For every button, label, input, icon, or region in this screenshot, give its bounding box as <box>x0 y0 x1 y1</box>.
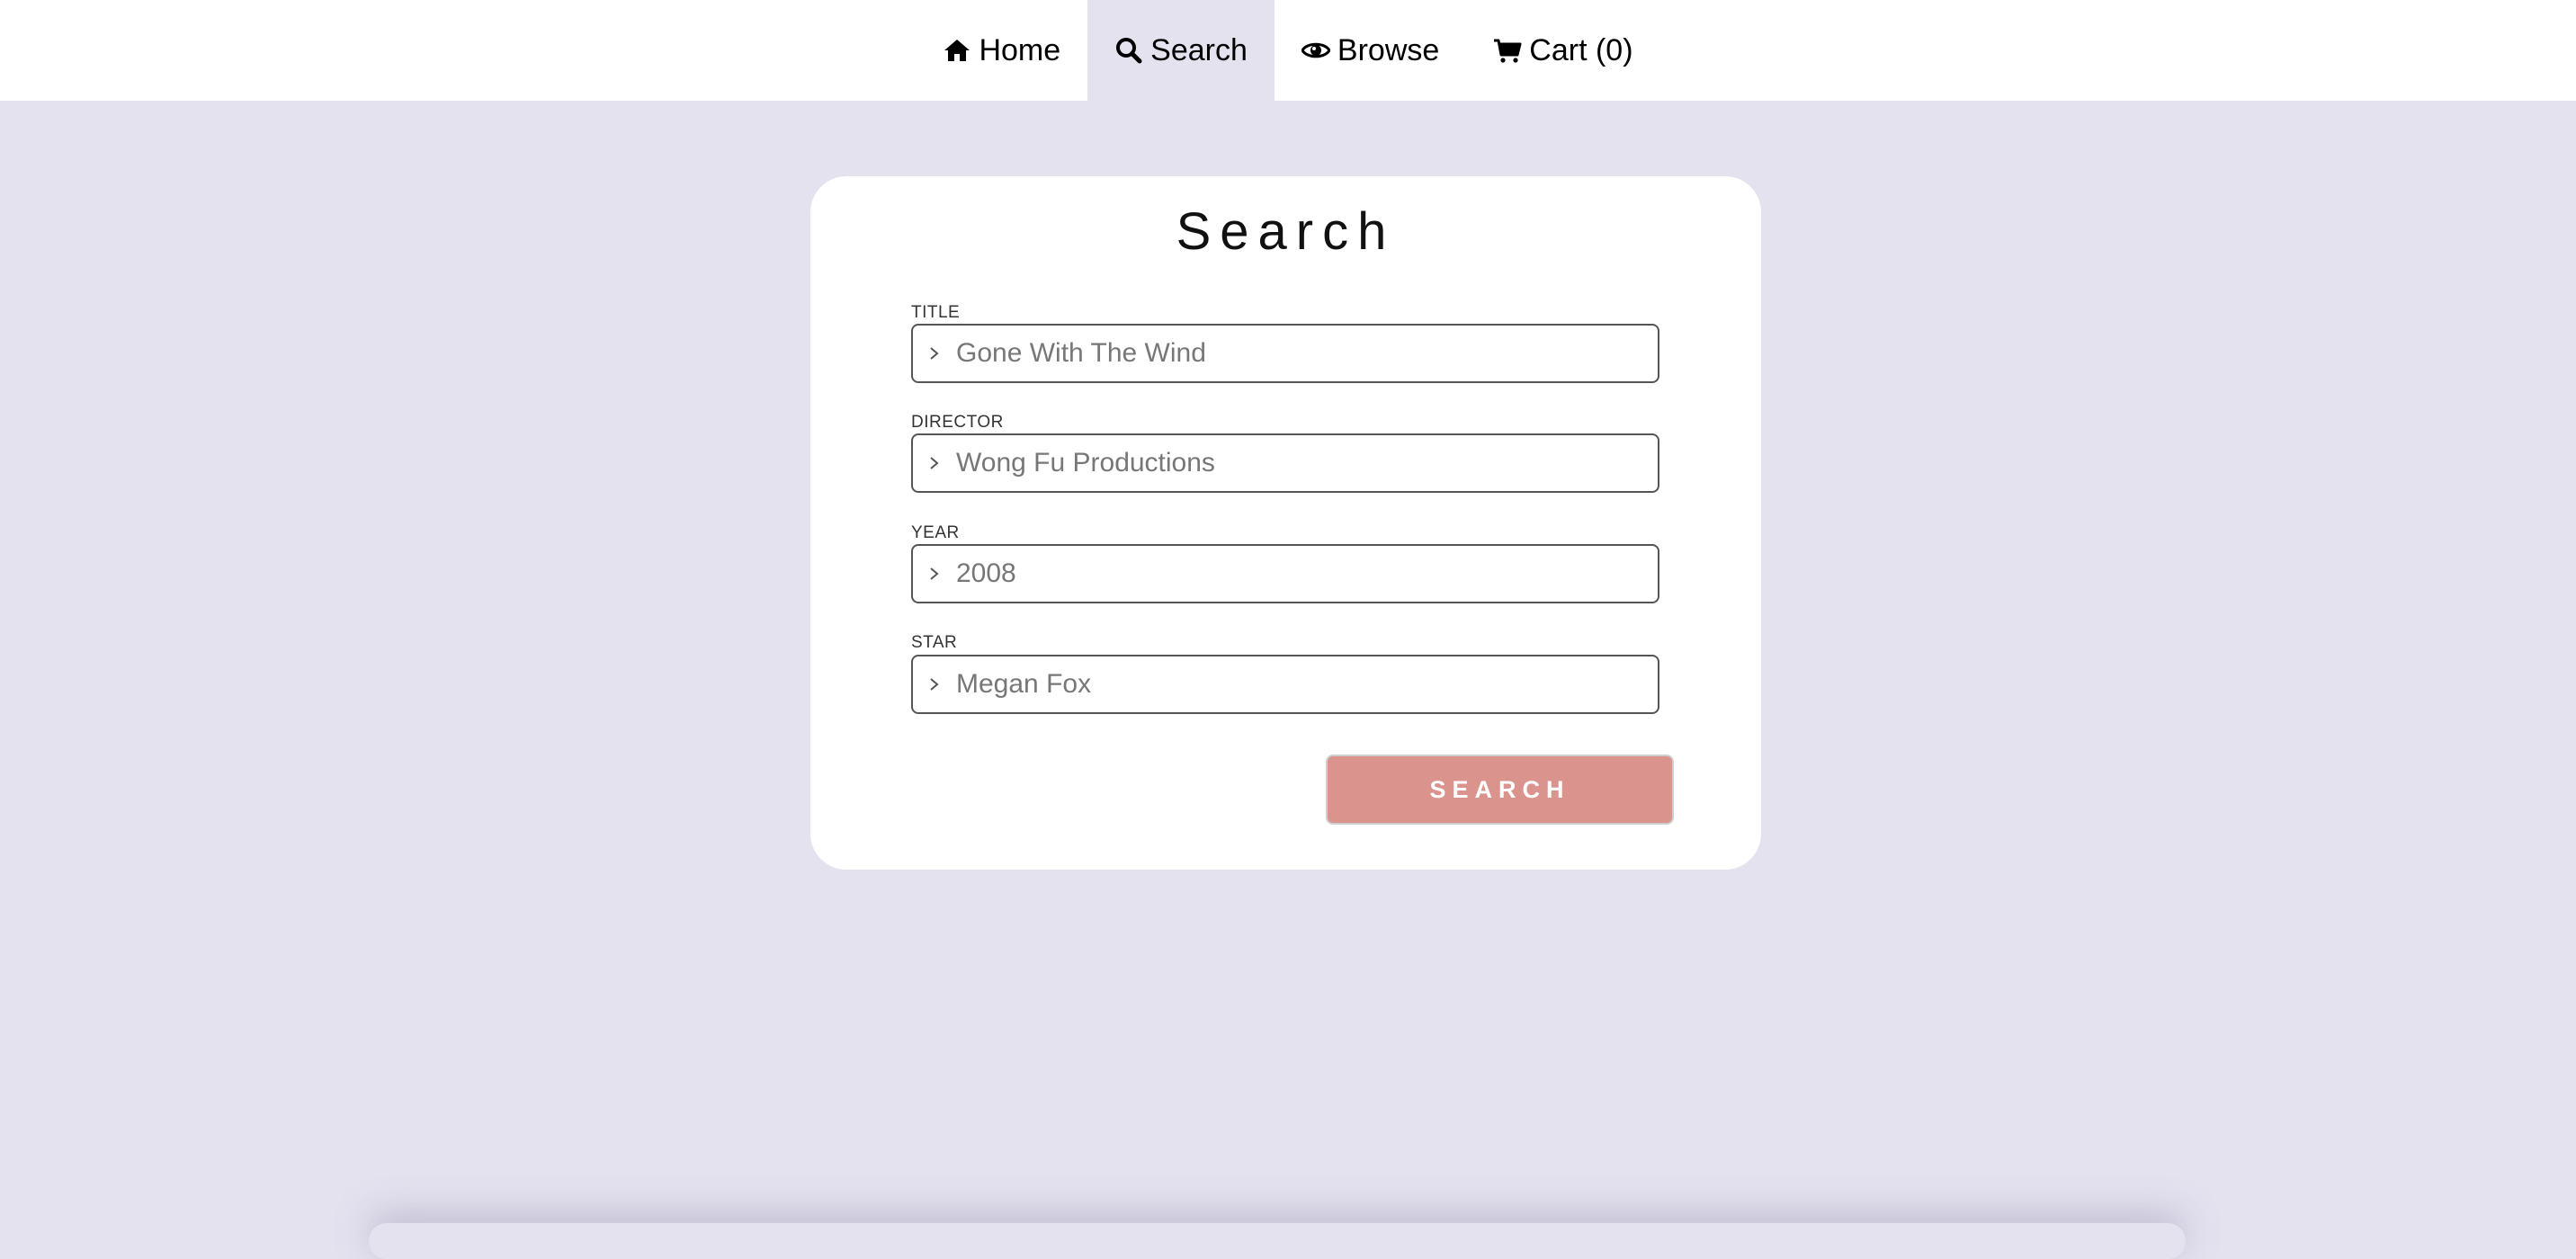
chevron-right-icon <box>926 674 944 695</box>
nav-home-label: Home <box>979 32 1061 67</box>
director-input[interactable] <box>954 447 1638 479</box>
search-card: Search TITLE DIRECTOR YEAR STAR SEARCH <box>810 176 1761 870</box>
home-icon <box>943 36 971 65</box>
star-field-label: STAR <box>911 633 958 652</box>
nav-browse-link[interactable]: Browse <box>1275 0 1466 101</box>
chevron-right-icon <box>926 343 944 364</box>
page-title: Search <box>1176 202 1396 261</box>
director-field[interactable] <box>911 433 1659 493</box>
nav-search-label: Search <box>1150 32 1248 67</box>
nav-cart-link[interactable]: Cart (0) <box>1466 0 1659 101</box>
chevron-right-icon <box>926 563 944 585</box>
cart-icon <box>1493 36 1522 65</box>
eye-icon <box>1301 36 1330 65</box>
nav-cart-label: Cart (0) <box>1529 32 1633 67</box>
star-field[interactable] <box>911 655 1659 714</box>
star-input[interactable] <box>954 668 1638 701</box>
top-navbar: Home Search Browse Cart (0) <box>0 0 2576 101</box>
year-field[interactable] <box>911 544 1659 603</box>
chevron-right-icon <box>926 452 944 474</box>
search-icon <box>1114 36 1143 65</box>
title-field[interactable] <box>911 324 1659 383</box>
search-submit-button[interactable]: SEARCH <box>1326 755 1674 825</box>
nav-search-link[interactable]: Search <box>1087 0 1275 101</box>
year-input[interactable] <box>954 558 1638 590</box>
bottom-panel-edge <box>369 1223 2186 1259</box>
year-field-label: YEAR <box>911 523 960 542</box>
title-input[interactable] <box>954 337 1638 370</box>
director-field-label: DIRECTOR <box>911 413 1004 432</box>
title-field-label: TITLE <box>911 303 961 322</box>
nav-browse-label: Browse <box>1337 32 1440 67</box>
nav-home-link[interactable]: Home <box>916 0 1087 101</box>
